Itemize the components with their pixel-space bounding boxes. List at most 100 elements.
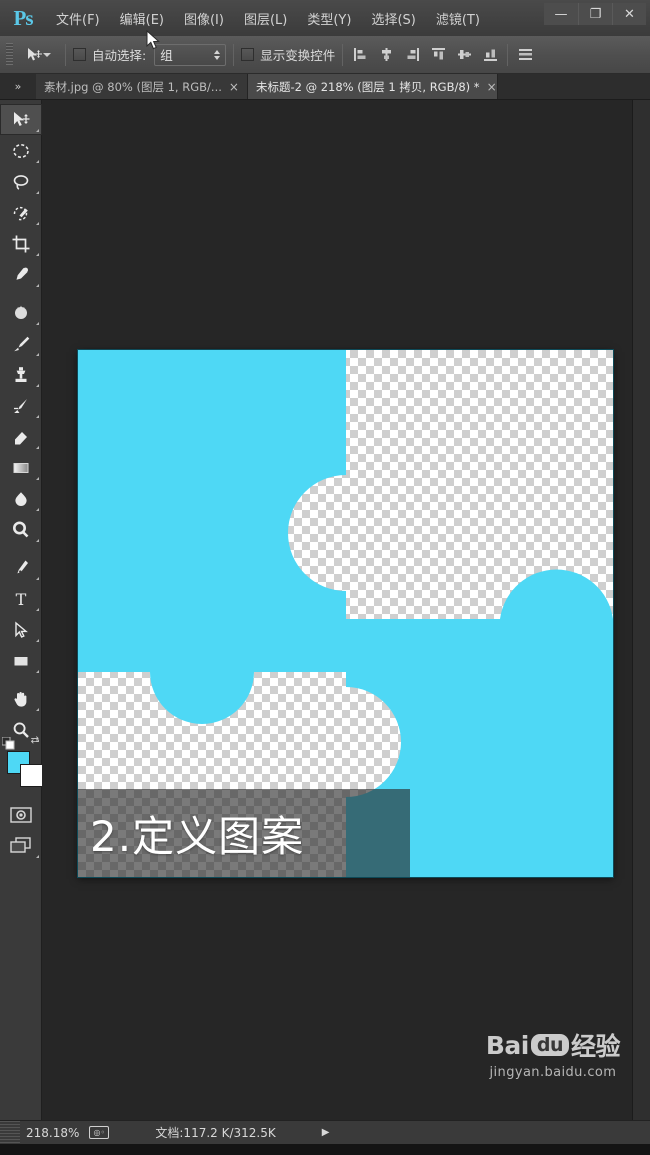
align-left-edges-icon[interactable]	[350, 45, 370, 65]
dodge-tool-flyout-indicator[interactable]	[36, 539, 39, 542]
status-bar: 218.18% ◎◦ 文档:117.2 K/312.5K ▶	[0, 1120, 650, 1145]
align-horizontal-centers-icon[interactable]	[376, 45, 396, 65]
swap-colors-icon[interactable]: ⇄	[31, 735, 39, 746]
document-tab-1-close-icon[interactable]: ×	[229, 80, 239, 94]
gradient-tool-flyout-indicator[interactable]	[36, 477, 39, 480]
hand-tool-flyout-indicator[interactable]	[36, 708, 39, 711]
canvas-work-area[interactable]: 2.定义图案 Bai du 经验 jingyan.baidu.com	[42, 100, 632, 1120]
lasso-tool[interactable]	[0, 166, 42, 197]
svg-text:T: T	[16, 590, 27, 609]
hand-tool[interactable]	[0, 683, 42, 714]
title-bar: Ps 文件(F) 编辑(E) 图像(I) 图层(L) 类型(Y) 选择(S) 滤…	[0, 0, 650, 36]
blur-tool[interactable]	[0, 483, 42, 514]
auto-select-checkbox[interactable]	[73, 48, 86, 61]
clone-stamp-flyout-indicator[interactable]	[36, 384, 39, 387]
spot-healing-brush-tool[interactable]	[0, 297, 42, 328]
eraser-tool[interactable]	[0, 421, 42, 452]
right-panel-strip[interactable]	[632, 100, 650, 1120]
path-selection-flyout-indicator[interactable]	[36, 639, 39, 642]
blur-tool-flyout-indicator[interactable]	[36, 508, 39, 511]
distribute-buttons-group	[515, 45, 535, 65]
path-selection-tool[interactable]	[0, 614, 42, 645]
align-top-edges-icon[interactable]	[428, 45, 448, 65]
document-tab-1-title: 素材.jpg @ 80% (图层 1, RGB/...	[44, 79, 222, 94]
show-transform-controls-checkbox[interactable]	[241, 48, 255, 61]
background-color-swatch[interactable]	[20, 764, 43, 787]
type-tool-flyout-indicator[interactable]	[36, 608, 39, 611]
eyedropper-tool[interactable]	[0, 259, 42, 290]
move-tool[interactable]	[0, 104, 42, 135]
clone-stamp-tool[interactable]	[0, 359, 42, 390]
status-bar-grip[interactable]	[0, 1120, 20, 1145]
separator-1	[65, 43, 66, 66]
crop-tool-flyout-indicator[interactable]	[36, 253, 39, 256]
photoshop-logo: Ps	[13, 5, 34, 30]
brush-tool-flyout-indicator[interactable]	[36, 353, 39, 356]
align-buttons-group	[350, 45, 500, 65]
pen-tool[interactable]	[0, 552, 42, 583]
toolbox-separator-2	[0, 545, 41, 552]
document-tab-bar: » 素材.jpg @ 80% (图层 1, RGB/... × 未标题-2 @ …	[0, 74, 650, 100]
window-controls: — ❐ ✕	[544, 3, 646, 27]
gradient-tool[interactable]	[0, 452, 42, 483]
auto-select-label: 自动选择:	[92, 48, 147, 63]
eyedropper-flyout-indicator[interactable]	[36, 284, 39, 287]
toolbox-separator-3	[0, 676, 41, 683]
separator-4	[507, 43, 509, 66]
rectangle-tool-flyout-indicator[interactable]	[36, 670, 39, 673]
brush-tool[interactable]	[0, 328, 42, 359]
auto-select-scope-dropdown[interactable]: 组	[154, 43, 227, 66]
zoom-level-field[interactable]: 218.18%	[20, 1126, 85, 1140]
watermark-url: jingyan.baidu.com	[489, 1065, 617, 1080]
baidu-watermark: Bai du 经验 jingyan.baidu.com	[486, 1027, 621, 1081]
crop-tool[interactable]	[0, 228, 42, 259]
quick-selection-tool[interactable]	[0, 197, 42, 228]
status-expand-icon[interactable]: ▶	[322, 1127, 330, 1138]
horizontal-type-tool[interactable]: T	[0, 583, 42, 614]
maximize-button[interactable]: ❐	[578, 3, 612, 25]
document-tab-2-close-icon[interactable]: ×	[487, 80, 497, 94]
menu-image[interactable]: 图像(I)	[174, 0, 234, 36]
tool-preset-chevron-icon[interactable]	[43, 52, 51, 57]
menu-filter[interactable]: 滤镜(T)	[426, 0, 490, 36]
align-right-edges-icon[interactable]	[402, 45, 422, 65]
menu-select[interactable]: 选择(S)	[361, 0, 425, 36]
marquee-tool-flyout-indicator[interactable]	[36, 160, 39, 163]
screen-mode-toggle[interactable]	[0, 830, 42, 861]
menu-edit[interactable]: 编辑(E)	[110, 0, 174, 36]
panel-collapse-icon[interactable]: »	[0, 74, 36, 99]
dodge-tool[interactable]	[0, 514, 42, 545]
watermark-brand-suffix: 经验	[570, 1032, 621, 1061]
align-vertical-centers-icon[interactable]	[454, 45, 474, 65]
options-bar-grip[interactable]	[6, 42, 13, 67]
healing-brush-flyout-indicator[interactable]	[36, 322, 39, 325]
pen-tool-flyout-indicator[interactable]	[36, 577, 39, 580]
move-tool-cursor-icon	[26, 47, 42, 62]
move-tool-flyout-indicator[interactable]	[36, 129, 39, 132]
document-size-info: 文档:117.2 K/312.5K	[155, 1126, 276, 1140]
watermark-brand-bubble: du	[530, 1034, 569, 1056]
lasso-tool-flyout-indicator[interactable]	[36, 191, 39, 194]
bottom-strip	[0, 1144, 650, 1155]
rectangle-tool[interactable]	[0, 645, 42, 676]
dropdown-stepper-icon[interactable]	[214, 49, 221, 60]
distribute-top-edges-icon[interactable]	[515, 45, 535, 65]
menu-layer[interactable]: 图层(L)	[234, 0, 297, 36]
align-bottom-edges-icon[interactable]	[480, 45, 500, 65]
document-tab-1[interactable]: 素材.jpg @ 80% (图层 1, RGB/... ×	[36, 74, 248, 99]
menu-type[interactable]: 类型(Y)	[297, 0, 361, 36]
history-brush-flyout-indicator[interactable]	[36, 415, 39, 418]
document-tab-2[interactable]: 未标题-2 @ 218% (图层 1 拷贝, RGB/8) * ×	[247, 74, 498, 99]
move-tool-icon[interactable]	[19, 42, 58, 68]
document-canvas[interactable]: 2.定义图案	[78, 350, 613, 877]
minimize-button[interactable]: —	[544, 3, 578, 25]
eraser-tool-flyout-indicator[interactable]	[36, 446, 39, 449]
history-brush-tool[interactable]	[0, 390, 42, 421]
elliptical-marquee-tool[interactable]	[0, 135, 42, 166]
separator-3	[342, 43, 344, 66]
screen-mode-flyout-indicator[interactable]	[36, 855, 39, 858]
quick-selection-flyout-indicator[interactable]	[36, 222, 39, 225]
menu-file[interactable]: 文件(F)	[46, 0, 110, 36]
quick-mask-toggle[interactable]	[0, 799, 42, 830]
close-button[interactable]: ✕	[612, 3, 646, 25]
